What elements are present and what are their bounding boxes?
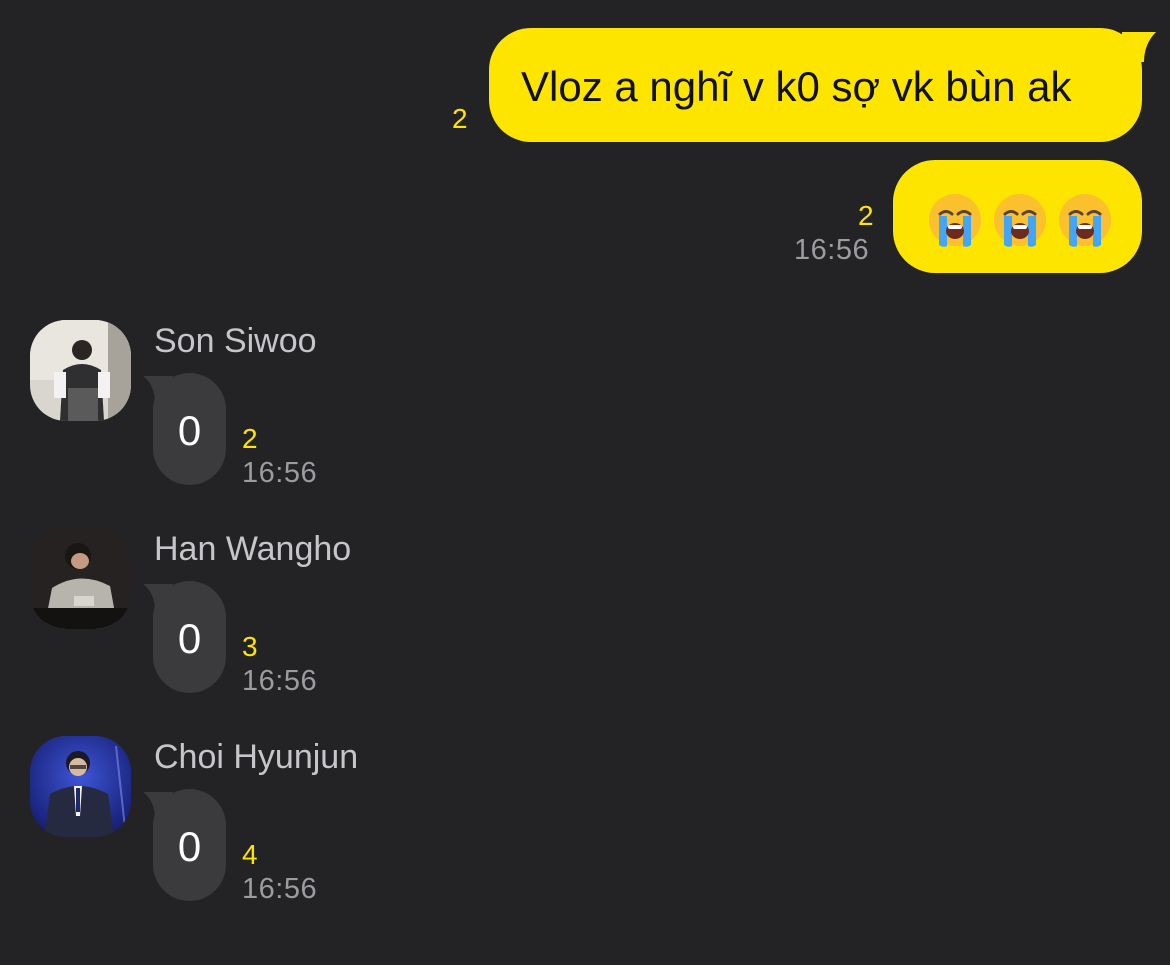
loudly-crying-face-icon [994,194,1046,247]
unread-count: 4 [242,839,258,870]
avatar[interactable] [30,320,131,421]
sender-name: Han Wangho [154,530,352,568]
incoming-text-bubble[interactable]: 0 [143,789,226,901]
message-time: 16:56 [242,665,318,697]
incoming-text-bubble[interactable]: 0 [143,373,226,485]
loudly-crying-face-icon [929,194,981,247]
bubble-tail [143,792,173,819]
bubble-tail [143,584,173,611]
outgoing-emoji-bubble[interactable] [893,160,1142,273]
message-text: 0 [177,615,202,662]
unread-count: 2 [452,103,468,134]
message-text: 0 [177,823,202,870]
son-siwoo-avatar-icon [30,320,131,421]
message-text: Vloz a nghĩ v k0 sợ vk bùn ak [521,63,1072,110]
message-time: 16:56 [242,457,318,489]
emoji-row [927,192,1113,248]
message-time: 16:56 [242,873,318,905]
bubble-tail [143,376,173,403]
message-text: 0 [177,407,202,454]
unread-count: 2 [242,423,258,454]
bubble-tail [1122,32,1156,62]
han-wangho-avatar-icon [30,528,131,629]
unread-count: 2 [858,200,874,231]
avatar[interactable] [30,528,131,629]
incoming-text-bubble[interactable]: 0 [143,581,226,693]
choi-hyunjun-avatar-icon [30,736,131,837]
unread-count: 3 [242,631,258,662]
outgoing-text-bubble[interactable]: Vloz a nghĩ v k0 sợ vk bùn ak [489,28,1156,142]
message-time: 16:56 [794,234,870,266]
avatar[interactable] [30,736,131,837]
sender-name: Son Siwoo [154,322,317,360]
sender-name: Choi Hyunjun [154,738,359,776]
loudly-crying-face-icon [1059,194,1111,247]
